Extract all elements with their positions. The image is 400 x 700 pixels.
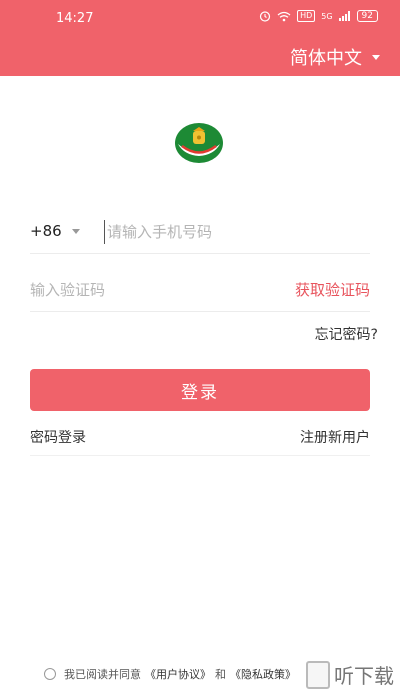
app-logo xyxy=(175,123,223,163)
hd-badge: HD xyxy=(297,10,316,22)
code-row: 获取验证码 xyxy=(30,266,370,312)
agreement: 我已阅读并同意 《用户协议》 和 《隐私政策》 xyxy=(44,666,296,682)
status-time: 14:27 xyxy=(56,11,94,26)
language-selector[interactable]: 简体中文 xyxy=(290,44,380,70)
forgot-password-link[interactable]: 忘记密码? xyxy=(315,324,378,344)
country-code-label: +86 xyxy=(30,222,62,240)
signal-label: 5G xyxy=(321,11,333,21)
phone-input[interactable] xyxy=(104,220,364,244)
password-login-link[interactable]: 密码登录 xyxy=(30,427,86,447)
watermark-logo xyxy=(306,660,330,689)
signal-icon xyxy=(338,11,350,21)
login-button[interactable]: 登录 xyxy=(30,369,370,411)
divider xyxy=(30,455,370,456)
status-bar: 14:27 HD 5G 92 xyxy=(0,0,400,36)
wifi-icon xyxy=(277,11,291,21)
caret-down-icon xyxy=(372,54,380,60)
language-label: 简体中文 xyxy=(290,48,362,69)
verification-code-input[interactable] xyxy=(30,278,250,302)
chevron-down-icon xyxy=(71,228,80,234)
get-code-button[interactable]: 获取验证码 xyxy=(295,279,370,300)
phone-row: +86 xyxy=(30,208,370,254)
status-icons: HD 5G 92 xyxy=(259,10,378,22)
agreement-checkbox[interactable] xyxy=(44,668,56,680)
battery-icon: 92 xyxy=(356,10,378,22)
app-header: 14:27 HD 5G 92 简体中文 xyxy=(0,0,400,76)
country-code-selector[interactable]: +86 xyxy=(30,222,80,240)
register-link[interactable]: 注册新用户 xyxy=(300,427,370,447)
user-agreement-link[interactable]: 《用户协议》 xyxy=(145,666,211,682)
agreement-conjunction: 和 xyxy=(215,668,226,681)
alarm-icon xyxy=(259,11,271,22)
watermark-text: 听下载 xyxy=(334,664,394,688)
watermark: 听下载 xyxy=(306,660,394,689)
privacy-policy-link[interactable]: 《隐私政策》 xyxy=(230,666,296,682)
agreement-prefix: 我已阅读并同意 xyxy=(64,668,141,681)
